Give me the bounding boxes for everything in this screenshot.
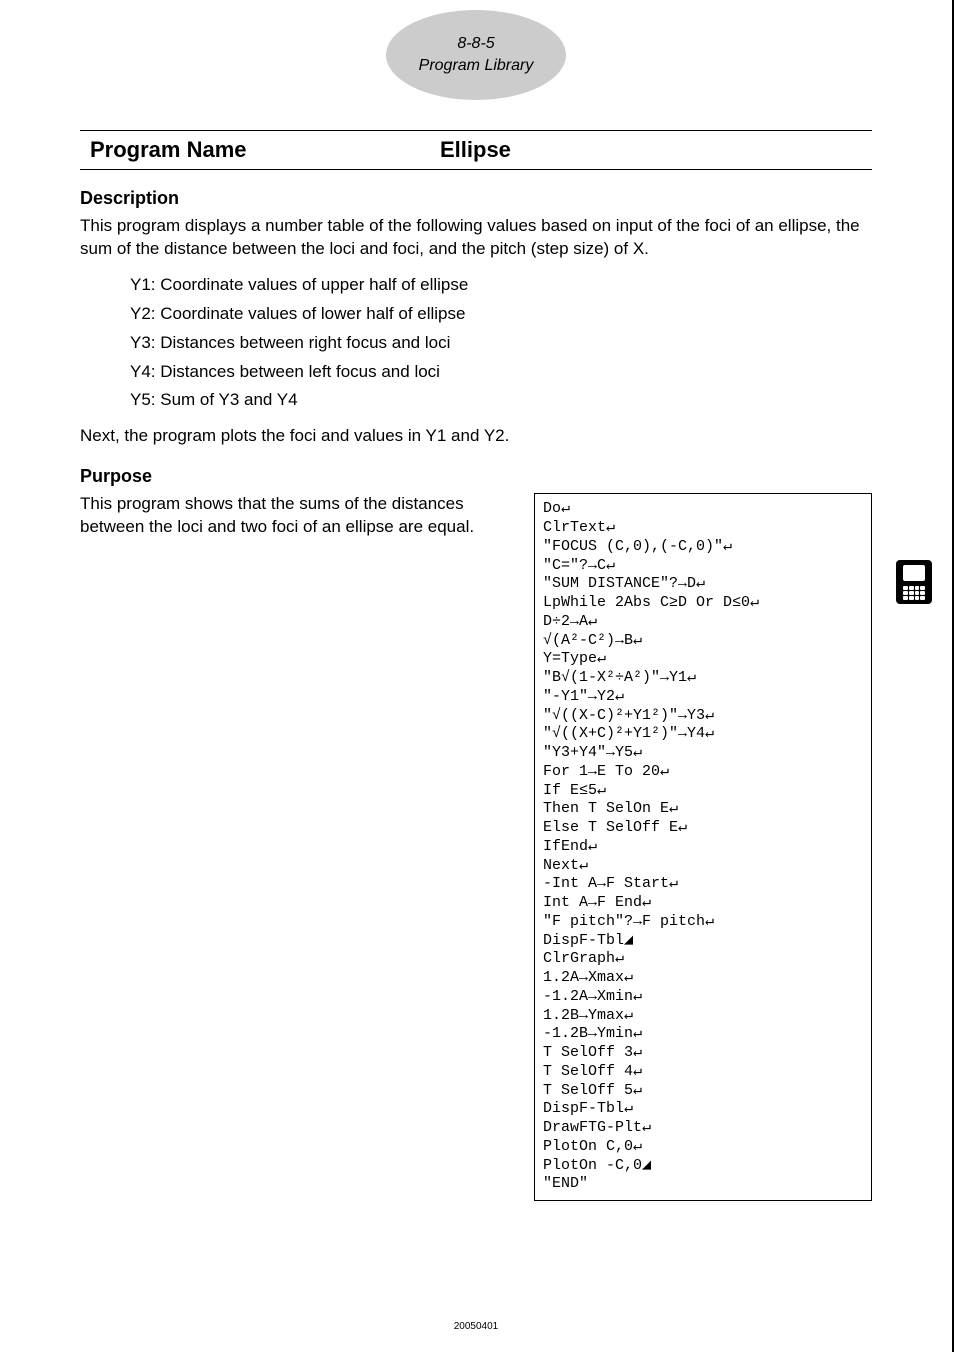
header-badge: 8-8-5 Program Library <box>386 10 566 100</box>
description-after: Next, the program plots the foci and val… <box>80 425 872 448</box>
y-item: Y1: Coordinate values of upper half of e… <box>130 271 872 300</box>
title-bar: Program Name Ellipse <box>80 130 872 170</box>
title-value: Ellipse <box>440 137 511 163</box>
y-list: Y1: Coordinate values of upper half of e… <box>130 271 872 415</box>
footer-number: 20050401 <box>454 1321 499 1332</box>
title-label: Program Name <box>90 137 440 163</box>
program-code: Do↵ ClrText↵ "FOCUS (C,0),(-C,0)"↵ "C="?… <box>534 493 872 1201</box>
description-heading: Description <box>80 188 872 209</box>
purpose-heading: Purpose <box>80 466 872 487</box>
purpose-text: This program shows that the sums of the … <box>80 493 504 539</box>
calculator-icon <box>896 560 932 604</box>
y-item: Y4: Distances between left focus and loc… <box>130 358 872 387</box>
y-item: Y3: Distances between right focus and lo… <box>130 329 872 358</box>
description-text: This program displays a number table of … <box>80 215 872 261</box>
page-ref: 8-8-5 <box>457 33 494 55</box>
y-item: Y2: Coordinate values of lower half of e… <box>130 300 872 329</box>
y-item: Y5: Sum of Y3 and Y4 <box>130 386 872 415</box>
section-name: Program Library <box>419 55 534 77</box>
